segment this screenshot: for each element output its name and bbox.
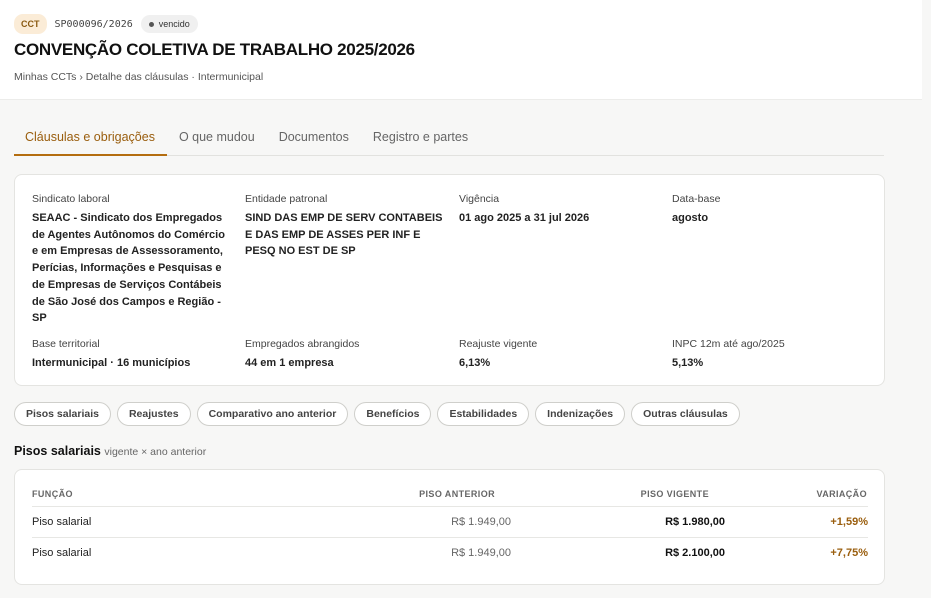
table-row: Piso salarial R$ 1.949,00 R$ 1.980,00 +1… xyxy=(32,506,868,537)
cct-code: SP000096/2026 xyxy=(54,18,133,30)
base-value: Intermunicipal · 16 municípios xyxy=(32,357,191,369)
empregados-value: 44 em 1 empresa xyxy=(245,357,334,369)
cell-piso-vigente: R$ 2.100,00 xyxy=(665,547,725,559)
table-row: Piso salarial R$ 1.949,00 R$ 2.100,00 +7… xyxy=(32,537,868,568)
tab-documentos[interactable]: Documentos xyxy=(267,120,361,156)
database-label: Data-base xyxy=(672,193,721,205)
section-title: Pisos salariais xyxy=(14,444,101,458)
info-vigencia: Vigência 01 ago 2025 a 31 jul 2026 xyxy=(459,193,659,227)
chip-beneficios[interactable]: Benefícios xyxy=(354,402,432,426)
info-base-territorial: Base territorial Intermunicipal · 16 mun… xyxy=(32,338,232,372)
page-header: CCT SP000096/2026 vencido CONVENÇÃO COLE… xyxy=(0,0,922,100)
col-header-piso-vigente: PISO VIGENTE xyxy=(640,489,709,499)
cell-piso-vigente: R$ 1.980,00 xyxy=(665,516,725,528)
sindicato-value: SEAAC - Sindicato dos Empregados de Agen… xyxy=(32,212,225,325)
cell-variacao: +7,75% xyxy=(830,547,868,559)
cct-badge: CCT xyxy=(14,14,47,34)
badge-row: CCT SP000096/2026 vencido xyxy=(14,14,198,34)
database-value: agosto xyxy=(672,212,709,224)
cell-piso-anterior: R$ 1.949,00 xyxy=(451,516,511,528)
empregados-label: Empregados abrangidos xyxy=(245,338,360,350)
page-title: CONVENÇÃO COLETIVA DE TRABALHO 2025/2026 xyxy=(14,40,415,59)
info-entidade: Entidade patronal SIND DAS EMP DE SERV C… xyxy=(245,193,445,260)
section-filter-chips: Pisos salariais Reajustes Comparativo an… xyxy=(14,402,740,426)
tab-registro-partes[interactable]: Registro e partes xyxy=(361,120,480,156)
inpc-label: INPC 12m até ago/2025 xyxy=(672,338,785,350)
chip-estabilidades[interactable]: Estabilidades xyxy=(437,402,530,426)
status-dot-icon xyxy=(148,21,154,27)
entidade-label: Entidade patronal xyxy=(245,193,328,205)
inpc-value: 5,13% xyxy=(672,357,704,369)
section-subtitle: vigente × ano anterior xyxy=(104,446,207,458)
info-reajuste: Reajuste vigente 6,13% xyxy=(459,338,659,372)
chip-outras-clausulas[interactable]: Outras cláusulas xyxy=(631,402,740,426)
info-sindicato: Sindicato laboral SEAAC - Sindicato dos … xyxy=(32,193,232,327)
sindicato-label: Sindicato laboral xyxy=(32,193,110,205)
tab-clausulas[interactable]: Cláusulas e obrigações xyxy=(14,120,167,156)
col-header-piso-anterior: PISO ANTERIOR xyxy=(419,489,495,499)
chip-reajustes[interactable]: Reajustes xyxy=(116,402,191,426)
breadcrumb: Minhas CCTs › Detalhe das cláusulas · In… xyxy=(14,71,264,83)
tab-o-que-mudou[interactable]: O que mudou xyxy=(167,120,267,156)
info-card: Sindicato laboral SEAAC - Sindicato dos … xyxy=(14,174,885,386)
reajuste-value: 6,13% xyxy=(459,357,491,369)
base-label: Base territorial xyxy=(32,338,100,350)
vigencia-value: 01 ago 2025 a 31 jul 2026 xyxy=(459,212,590,224)
vigencia-label: Vigência xyxy=(459,193,500,205)
cell-funcao: Piso salarial xyxy=(32,516,92,528)
section-heading: Pisos salariais vigente × ano anterior xyxy=(14,444,206,458)
cell-variacao: +1,59% xyxy=(830,516,868,528)
col-header-variacao: VARIAÇÃO xyxy=(816,489,867,499)
reajuste-label: Reajuste vigente xyxy=(459,338,538,350)
info-empregados: Empregados abrangidos 44 em 1 empresa xyxy=(245,338,445,372)
entidade-value: SIND DAS EMP DE SERV CONTABEIS E DAS EMP… xyxy=(245,212,443,258)
chip-indenizacoes[interactable]: Indenizações xyxy=(535,402,626,426)
chip-pisos-salariais[interactable]: Pisos salariais xyxy=(14,402,111,426)
chip-comparativo[interactable]: Comparativo ano anterior xyxy=(196,402,349,426)
status-badge: vencido xyxy=(140,15,198,33)
cell-funcao: Piso salarial xyxy=(32,547,92,559)
pisos-table: FUNÇÃO PISO ANTERIOR PISO VIGENTE VARIAÇ… xyxy=(14,469,885,585)
cell-piso-anterior: R$ 1.949,00 xyxy=(451,547,511,559)
status-label: vencido xyxy=(158,19,190,29)
col-header-funcao: FUNÇÃO xyxy=(32,489,73,499)
info-inpc: INPC 12m até ago/2025 5,13% xyxy=(672,338,872,372)
info-data-base: Data-base agosto xyxy=(672,193,872,227)
tab-bar: Cláusulas e obrigações O que mudou Docum… xyxy=(14,120,884,156)
